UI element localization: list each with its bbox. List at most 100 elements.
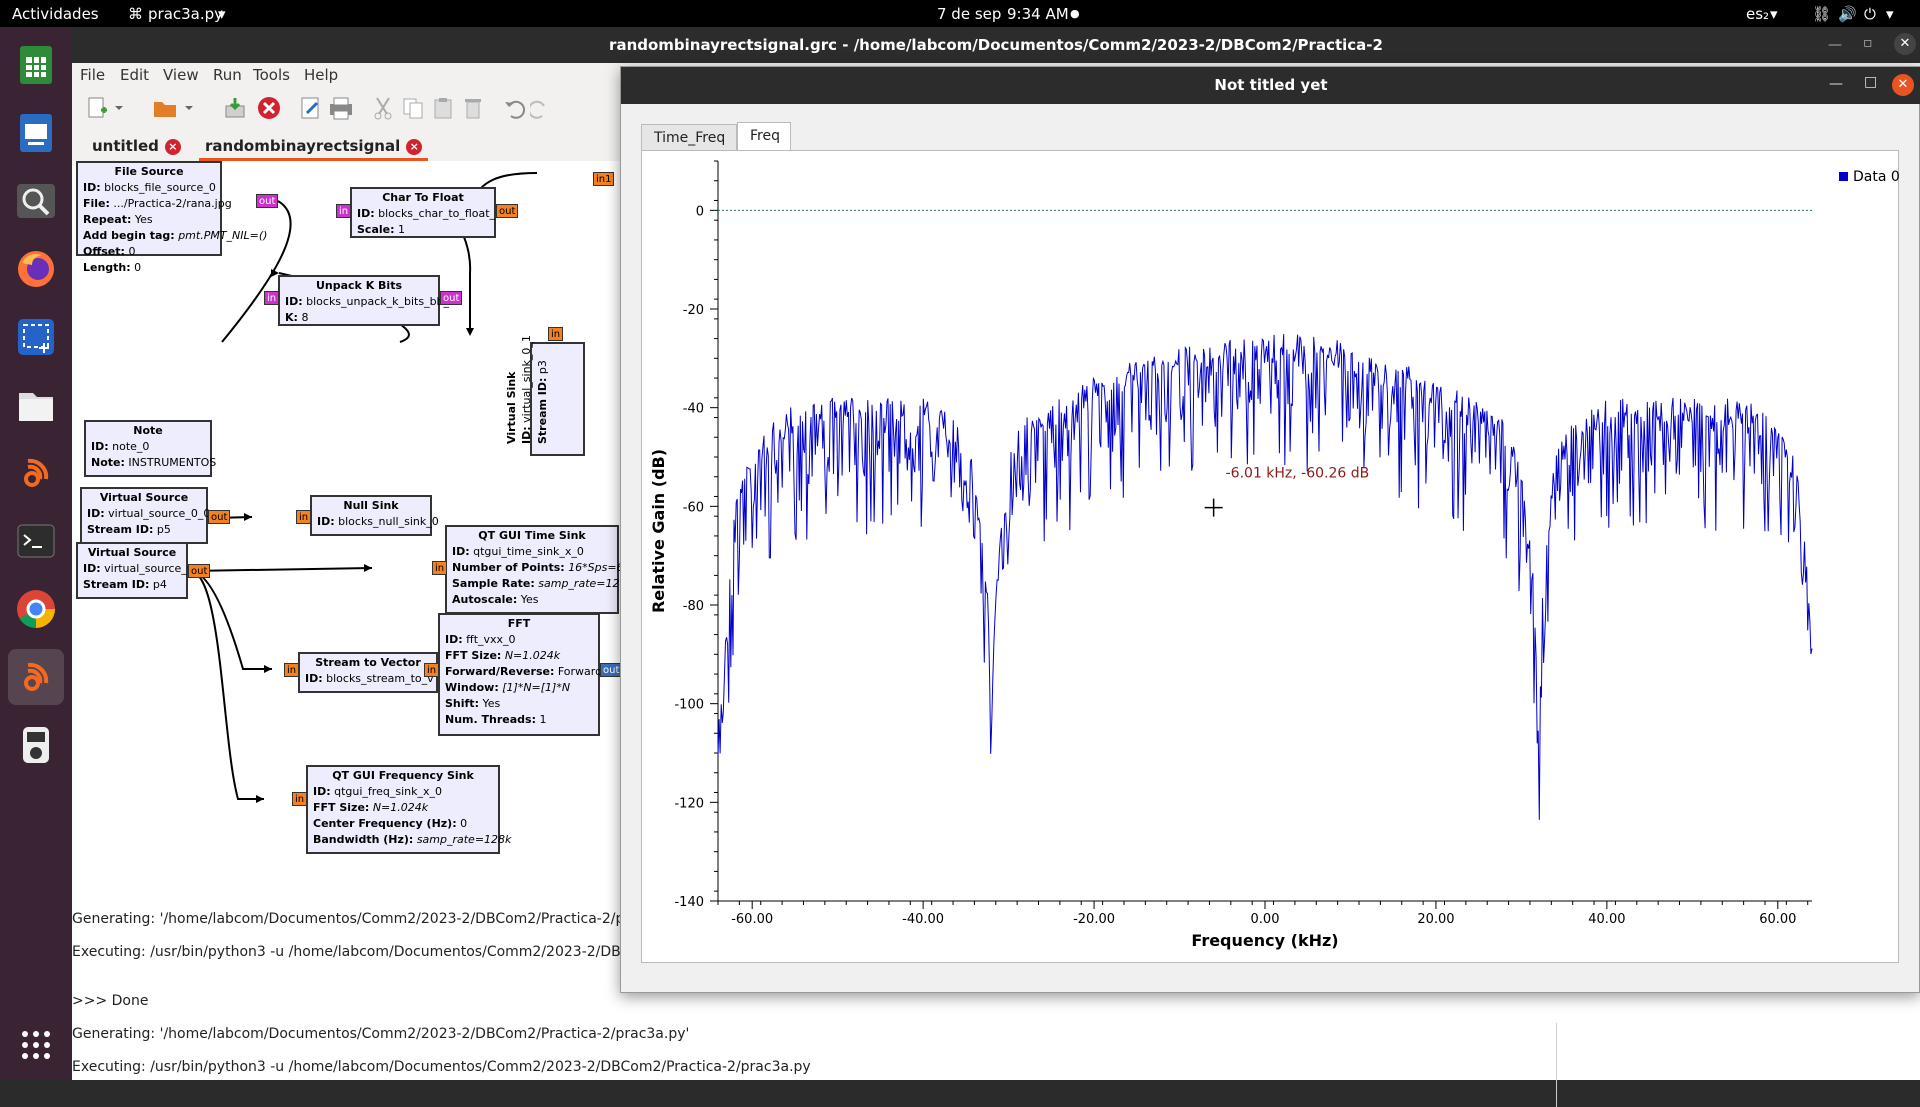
chrome-icon[interactable] <box>8 581 64 637</box>
param-key: File: <box>83 197 110 210</box>
y-tick-label: -40 <box>683 402 704 417</box>
block-virtual-sink[interactable]: Virtual Sink ID: virtual_sink_0_1 Stream… <box>505 335 585 456</box>
block-file-source[interactable]: File Source ID: blocks_file_source_0 Fil… <box>76 161 267 274</box>
grc-minimize-button[interactable]: — <box>1828 37 1842 53</box>
block-virtual-source-p5[interactable]: Virtual Source ID: virtual_source_0_0 St… <box>80 487 210 544</box>
block-unpack-k-bits[interactable]: Unpack K Bits ID: blocks_unpack_k_bits_b… <box>278 275 456 326</box>
gnuradio-icon[interactable] <box>8 445 64 501</box>
fft-in-port[interactable]: in <box>424 663 440 677</box>
firefox-icon[interactable] <box>8 241 64 297</box>
media-player-icon[interactable] <box>8 717 64 773</box>
file-source-out-port[interactable]: out <box>256 194 279 208</box>
tab-freq[interactable]: Freq <box>737 122 791 150</box>
copy-icon[interactable] <box>398 93 428 123</box>
power-icon[interactable]: ⏻ <box>1864 5 1876 23</box>
sink-in1-port[interactable]: in1 <box>593 172 615 186</box>
virtual-source-p5-out-port[interactable]: out <box>208 510 231 524</box>
redo-icon[interactable] <box>530 93 550 123</box>
terminal-icon[interactable] <box>8 513 64 569</box>
block-char-to-float[interactable]: Char To Float ID: blocks_char_to_float_0… <box>350 187 502 238</box>
new-file-icon[interactable] <box>82 93 112 123</box>
param-key: Add begin tag: <box>83 229 175 242</box>
flowgraph-canvas[interactable]: File Source ID: blocks_file_source_0 Fil… <box>72 161 632 901</box>
keyboard-layout-chevron-icon[interactable]: ▾ <box>1770 5 1778 23</box>
chart-legend[interactable]: Data 0 <box>1839 169 1900 185</box>
tab-untitled[interactable]: untitled × <box>86 131 187 161</box>
virtual-source-p4-out-port[interactable]: out <box>188 564 211 578</box>
menu-file[interactable]: File <box>80 66 105 84</box>
app-menu-label[interactable]: prac3a.py <box>148 5 223 23</box>
plot-close-button[interactable]: ✕ <box>1892 74 1914 96</box>
activities-button[interactable]: Actividades <box>12 5 99 23</box>
block-null-sink[interactable]: Null Sink ID: blocks_null_sink_0 <box>310 495 439 536</box>
stream-to-vector-in-port[interactable]: in <box>284 663 300 677</box>
close-flowgraph-icon[interactable] <box>254 93 284 123</box>
gnuradio-active-icon[interactable] <box>8 649 64 705</box>
paste-icon[interactable] <box>428 93 458 123</box>
unpack-out-port[interactable]: out <box>440 291 463 305</box>
tab-time-freq[interactable]: Time_Freq <box>641 124 737 150</box>
save-icon[interactable] <box>220 93 250 123</box>
tab-close-icon[interactable]: × <box>164 138 181 155</box>
cut-icon[interactable] <box>368 93 398 123</box>
param-key: Length: <box>83 261 131 274</box>
files-icon[interactable] <box>8 377 64 433</box>
param-key: Forward/Reverse: <box>445 665 555 678</box>
freq-sink-in-port[interactable]: in <box>292 792 308 806</box>
tab-close-icon[interactable]: × <box>406 138 423 155</box>
param-key: ID: <box>83 181 101 194</box>
menu-view[interactable]: View <box>163 66 199 84</box>
new-dropdown-chevron-icon[interactable] <box>110 93 128 123</box>
frequency-plot-pane[interactable]: 0 -20 -40 -60 -80 -100 -120 -140 -60.00 -40.00 -20… <box>641 150 1900 963</box>
keyboard-layout-label[interactable]: es₂ <box>1746 5 1769 23</box>
clock-label[interactable]: 9:34 AM <box>1007 5 1069 23</box>
frequency-chart[interactable]: 0 -20 -40 -60 -80 -100 -120 -140 -60.00 -40.00 -20… <box>642 151 1898 962</box>
x-tick-label: -60.00 <box>731 912 773 927</box>
menu-run[interactable]: Run <box>213 66 242 84</box>
screenshot-tool-icon[interactable] <box>8 309 64 365</box>
unpack-in-port[interactable]: in <box>264 291 280 305</box>
screenshot-search-icon[interactable] <box>8 173 64 229</box>
grc-title-bar[interactable]: randombinayrectsignal.grc - /home/labcom… <box>72 27 1920 63</box>
presentation-icon[interactable] <box>8 105 64 161</box>
time-sink-in-port[interactable]: in <box>432 561 448 575</box>
menu-tools[interactable]: Tools <box>253 66 290 84</box>
print-icon[interactable] <box>326 93 356 123</box>
block-qt-gui-time-sink[interactable]: QT GUI Time Sink ID: qtgui_time_sink_x_0… <box>445 525 632 614</box>
grc-close-button[interactable]: ✕ <box>1894 33 1916 55</box>
spreadsheet-icon[interactable] <box>8 37 64 93</box>
date-label[interactable]: 7 de sep <box>937 5 1001 23</box>
pane-divider[interactable] <box>1556 1023 1557 1107</box>
system-menu-chevron-icon[interactable]: ▾ <box>1886 5 1894 23</box>
tab-randombinayrectsignal[interactable]: randombinayrectsignal × <box>199 131 429 161</box>
menu-help[interactable]: Help <box>304 66 338 84</box>
notification-dot-icon: ● <box>1070 7 1080 20</box>
legend-swatch <box>1839 172 1848 181</box>
plot-maximize-button[interactable]: □ <box>1864 74 1877 90</box>
open-folder-icon[interactable] <box>150 93 180 123</box>
network-icon[interactable]: ⛓ <box>1812 5 1831 23</box>
char-to-float-out-port[interactable]: out <box>496 204 519 218</box>
block-qt-gui-frequency-sink[interactable]: QT GUI Frequency Sink ID: qtgui_freq_sin… <box>306 765 511 854</box>
plot-window-title[interactable]: Not titled yet <box>621 67 1920 104</box>
char-to-float-in-port[interactable]: in <box>336 204 352 218</box>
undo-icon[interactable] <box>500 93 530 123</box>
grc-maximize-button[interactable]: ▫ <box>1863 35 1873 51</box>
block-virtual-source-p4[interactable]: Virtual Source ID: virtual_source_0 Stre… <box>76 542 194 599</box>
block-note[interactable]: Note ID: note_0 Note: INSTRUMENTOS <box>84 420 216 477</box>
y-axis-label: Relative Gain (dB) <box>649 449 668 613</box>
block-fft[interactable]: FFT ID: fft_vxx_0 FFT Size: N=1.024k For… <box>438 613 602 736</box>
delete-icon[interactable] <box>458 93 488 123</box>
spectrum-trace <box>717 334 1813 820</box>
plot-minimize-button[interactable]: — <box>1829 76 1843 92</box>
menu-edit[interactable]: Edit <box>120 66 149 84</box>
edit-icon[interactable] <box>296 93 326 123</box>
virtual-sink-in-port[interactable]: in <box>548 327 564 341</box>
volume-icon[interactable]: 🔊 <box>1838 5 1857 23</box>
null-sink-in-port[interactable]: in <box>296 510 312 524</box>
open-dropdown-chevron-icon[interactable] <box>180 93 198 123</box>
app-grid-icon[interactable] <box>8 1017 64 1073</box>
app-menu-chevron-icon[interactable]: ▾ <box>218 5 226 23</box>
cursor-readout: -6.01 kHz, -60.26 dB <box>1226 466 1370 482</box>
block-stream-to-vector[interactable]: Stream to Vector ID: blocks_stream_to_v <box>298 652 438 693</box>
